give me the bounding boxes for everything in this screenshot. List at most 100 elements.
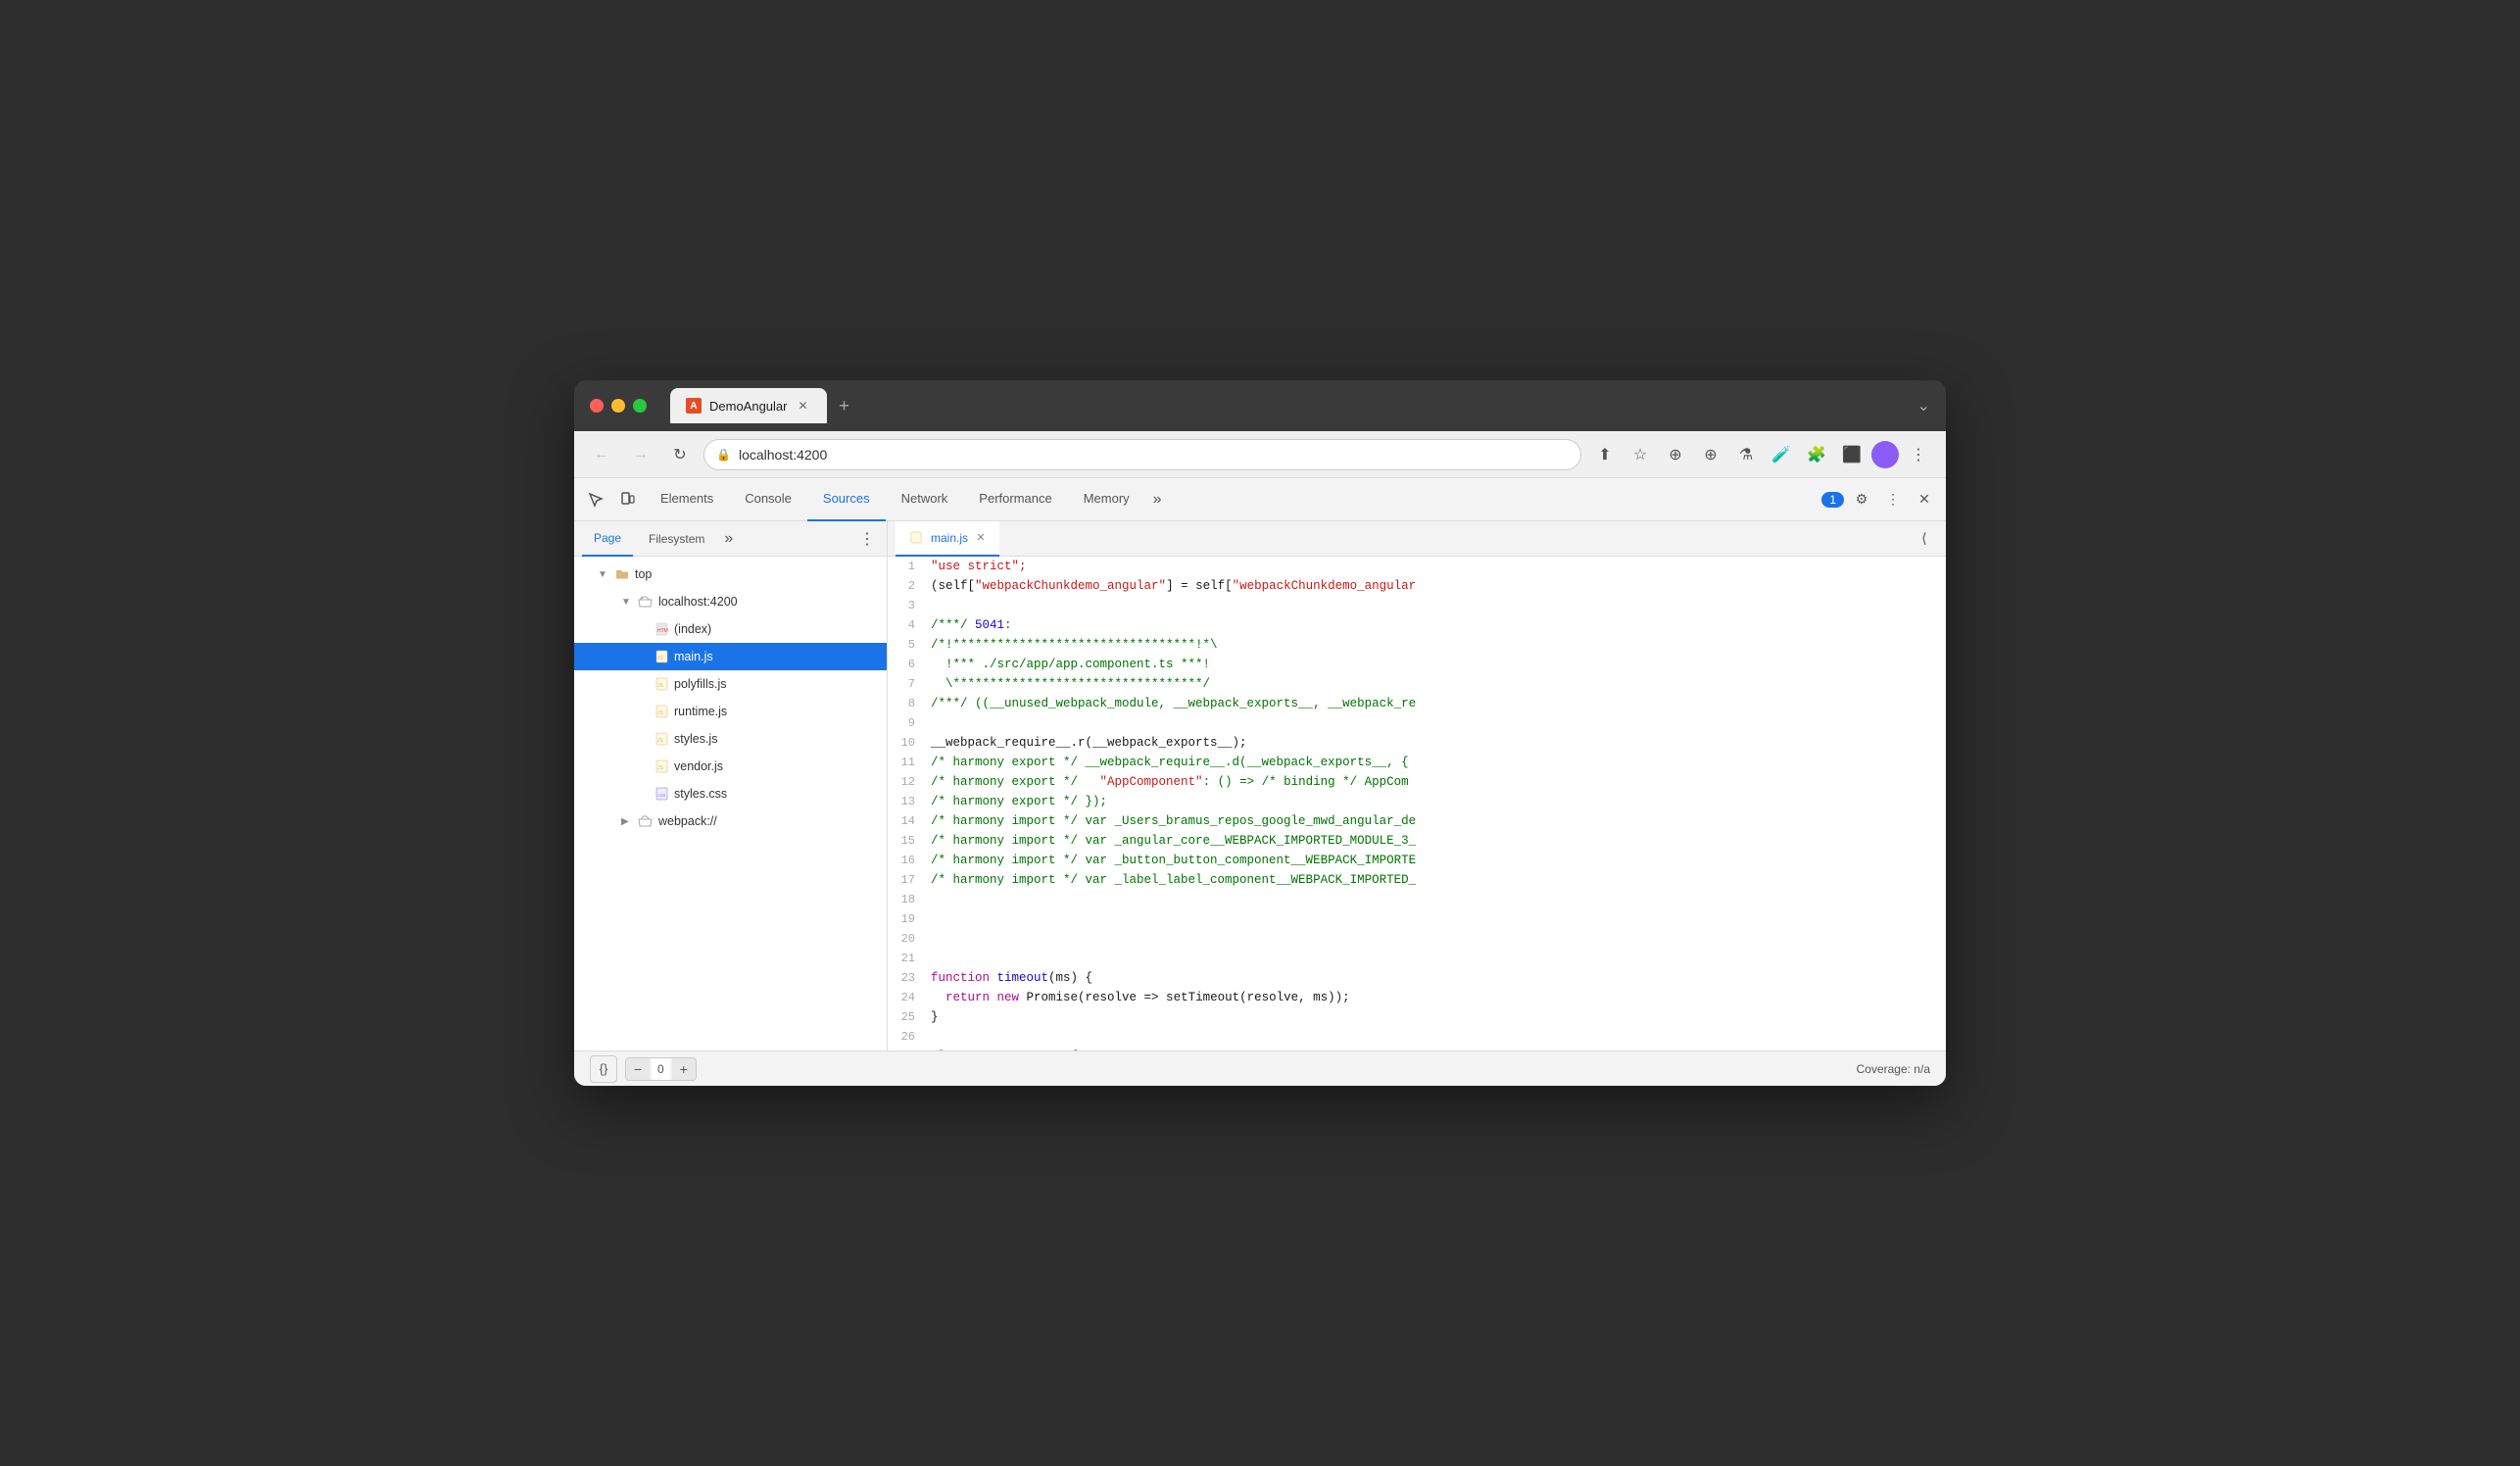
minimize-button[interactable] xyxy=(611,399,625,413)
tree-label-vendor: vendor.js xyxy=(674,759,723,773)
file-tab-filesystem[interactable]: Filesystem xyxy=(637,521,716,557)
settings-button[interactable]: ⚙ xyxy=(1848,486,1875,513)
traffic-lights xyxy=(590,399,647,413)
nav-actions: ⬆ ☆ ⊕ ⊕ ⚗ 🧪 🧩 ⬛ ⋮ xyxy=(1589,439,1934,470)
line-content: __webpack_require__.r(__webpack_exports_… xyxy=(931,733,1946,753)
tab-performance[interactable]: Performance xyxy=(963,478,1067,521)
zoom-out-button[interactable]: − xyxy=(626,1058,650,1080)
tree-item-main-js[interactable]: ▶ JS main.js xyxy=(574,643,887,670)
reload-button[interactable]: ↻ xyxy=(664,439,696,470)
file-tab-page[interactable]: Page xyxy=(582,521,633,557)
line-number: 7 xyxy=(888,674,931,694)
code-tabs: main.js ✕ ⟨ xyxy=(888,521,1946,557)
tree-label-top: top xyxy=(635,567,652,581)
bookmark-button[interactable]: ☆ xyxy=(1624,439,1656,470)
tree-label-localhost: localhost:4200 xyxy=(658,595,738,609)
device-toolbar-button[interactable] xyxy=(613,486,641,513)
extension4-button[interactable]: 🧪 xyxy=(1766,439,1797,470)
devtools-close-button[interactable]: ✕ xyxy=(1911,486,1938,513)
tab-console[interactable]: Console xyxy=(729,478,807,521)
code-line: 26 xyxy=(888,1027,1946,1047)
address-bar[interactable]: 🔒 localhost:4200 xyxy=(703,439,1581,470)
tab-close-icon[interactable]: ✕ xyxy=(796,398,811,414)
code-tab-main-js[interactable]: main.js ✕ xyxy=(896,521,999,557)
inspect-element-button[interactable] xyxy=(582,486,609,513)
format-button[interactable]: {} xyxy=(590,1055,617,1083)
line-content: /***/ 5041: xyxy=(931,615,1946,635)
zoom-controls: − 0 + xyxy=(625,1057,697,1081)
extension1-button[interactable]: ⊕ xyxy=(1660,439,1691,470)
extension2-button[interactable]: ⊕ xyxy=(1695,439,1726,470)
tree-item-top[interactable]: ▼ top xyxy=(574,561,887,588)
maximize-button[interactable] xyxy=(633,399,647,413)
tree-item-webpack[interactable]: ▶ webpack:// xyxy=(574,807,887,835)
extensions-button[interactable]: 🧩 xyxy=(1801,439,1832,470)
tree-item-localhost[interactable]: ▼ localhost:4200 xyxy=(574,588,887,615)
devtools-tabs-more[interactable]: » xyxy=(1145,478,1170,521)
tree-item-vendor[interactable]: ▶ JS vendor.js xyxy=(574,753,887,780)
window-collapse-button[interactable]: ⌄ xyxy=(1917,396,1930,415)
line-content: /* harmony export */ }); xyxy=(931,792,1946,811)
tab-network[interactable]: Network xyxy=(886,478,964,521)
line-number: 24 xyxy=(888,988,931,1007)
code-line: 4/***/ 5041: xyxy=(888,615,1946,635)
collapse-panel-button[interactable]: ⟨ xyxy=(1911,525,1938,553)
new-tab-button[interactable]: + xyxy=(831,392,858,419)
active-tab[interactable]: A DemoAngular ✕ xyxy=(670,388,827,423)
tab-title: DemoAngular xyxy=(709,399,788,414)
code-tab-close-icon[interactable]: ✕ xyxy=(974,531,988,545)
tree-label-styles-css: styles.css xyxy=(674,787,727,801)
line-content: /* harmony import */ var _angular_core__… xyxy=(931,831,1946,851)
code-line: 11/* harmony export */ __webpack_require… xyxy=(888,753,1946,772)
tree-item-styles-js[interactable]: ▶ JS styles.js xyxy=(574,725,887,753)
line-content: /* harmony import */ var _Users_bramus_r… xyxy=(931,811,1946,831)
coverage-text: Coverage: n/a xyxy=(1857,1062,1930,1076)
devtools: Elements Console Sources Network Perform… xyxy=(574,478,1946,1086)
js-file-icon: JS xyxy=(653,677,670,691)
code-line: 6 !*** ./src/app/app.component.ts ***! xyxy=(888,655,1946,674)
devtools-more-button[interactable]: ⋮ xyxy=(1879,486,1907,513)
line-number: 6 xyxy=(888,655,931,674)
cloud-folder-collapsed-icon xyxy=(637,814,654,828)
tree-item-index[interactable]: ▶ HTML (index) xyxy=(574,615,887,643)
code-line: 7 \**********************************/ xyxy=(888,674,1946,694)
sidebar-button[interactable]: ⬛ xyxy=(1836,439,1867,470)
js-file-icon: JS xyxy=(653,705,670,718)
file-panel-options[interactable]: ⋮ xyxy=(855,529,879,549)
line-content: "use strict"; xyxy=(931,557,1946,576)
line-number: 5 xyxy=(888,635,931,655)
more-menu-button[interactable]: ⋮ xyxy=(1903,439,1934,470)
url-text: localhost:4200 xyxy=(739,447,827,463)
tab-memory[interactable]: Memory xyxy=(1068,478,1145,521)
back-button[interactable]: ← xyxy=(586,439,617,470)
forward-button[interactable]: → xyxy=(625,439,656,470)
tree-item-polyfills[interactable]: ▶ JS polyfills.js xyxy=(574,670,887,698)
close-button[interactable] xyxy=(590,399,604,413)
lock-icon: 🔒 xyxy=(716,448,731,462)
tab-sources[interactable]: Sources xyxy=(807,478,886,521)
svg-text:HTML: HTML xyxy=(657,628,668,634)
js-file-icon: JS xyxy=(653,650,670,663)
share-button[interactable]: ⬆ xyxy=(1589,439,1621,470)
tab-elements[interactable]: Elements xyxy=(645,478,729,521)
tree-item-runtime[interactable]: ▶ JS runtime.js xyxy=(574,698,887,725)
extension3-button[interactable]: ⚗ xyxy=(1730,439,1762,470)
code-editor[interactable]: 1"use strict";2(self["webpackChunkdemo_a… xyxy=(888,557,1946,1051)
file-tab-more[interactable]: » xyxy=(720,530,737,548)
code-line: 13/* harmony export */ }); xyxy=(888,792,1946,811)
line-number: 9 xyxy=(888,713,931,733)
bottom-left: {} − 0 + xyxy=(590,1055,697,1083)
code-line: 16/* harmony import */ var _button_butto… xyxy=(888,851,1946,870)
code-line: 1"use strict"; xyxy=(888,557,1946,576)
zoom-in-button[interactable]: + xyxy=(672,1058,696,1080)
tree-item-styles-css[interactable]: ▶ CSS styles.css xyxy=(574,780,887,807)
tree-label-runtime: runtime.js xyxy=(674,705,727,718)
svg-text:JS: JS xyxy=(657,710,664,716)
line-number: 17 xyxy=(888,870,931,890)
line-number: 12 xyxy=(888,772,931,792)
code-line: 20 xyxy=(888,929,1946,949)
line-content: !*** ./src/app/app.component.ts ***! xyxy=(931,655,1946,674)
line-number: 26 xyxy=(888,1027,931,1047)
devtools-main: Page Filesystem » ⋮ ▼ top xyxy=(574,521,1946,1051)
avatar[interactable] xyxy=(1871,441,1899,468)
